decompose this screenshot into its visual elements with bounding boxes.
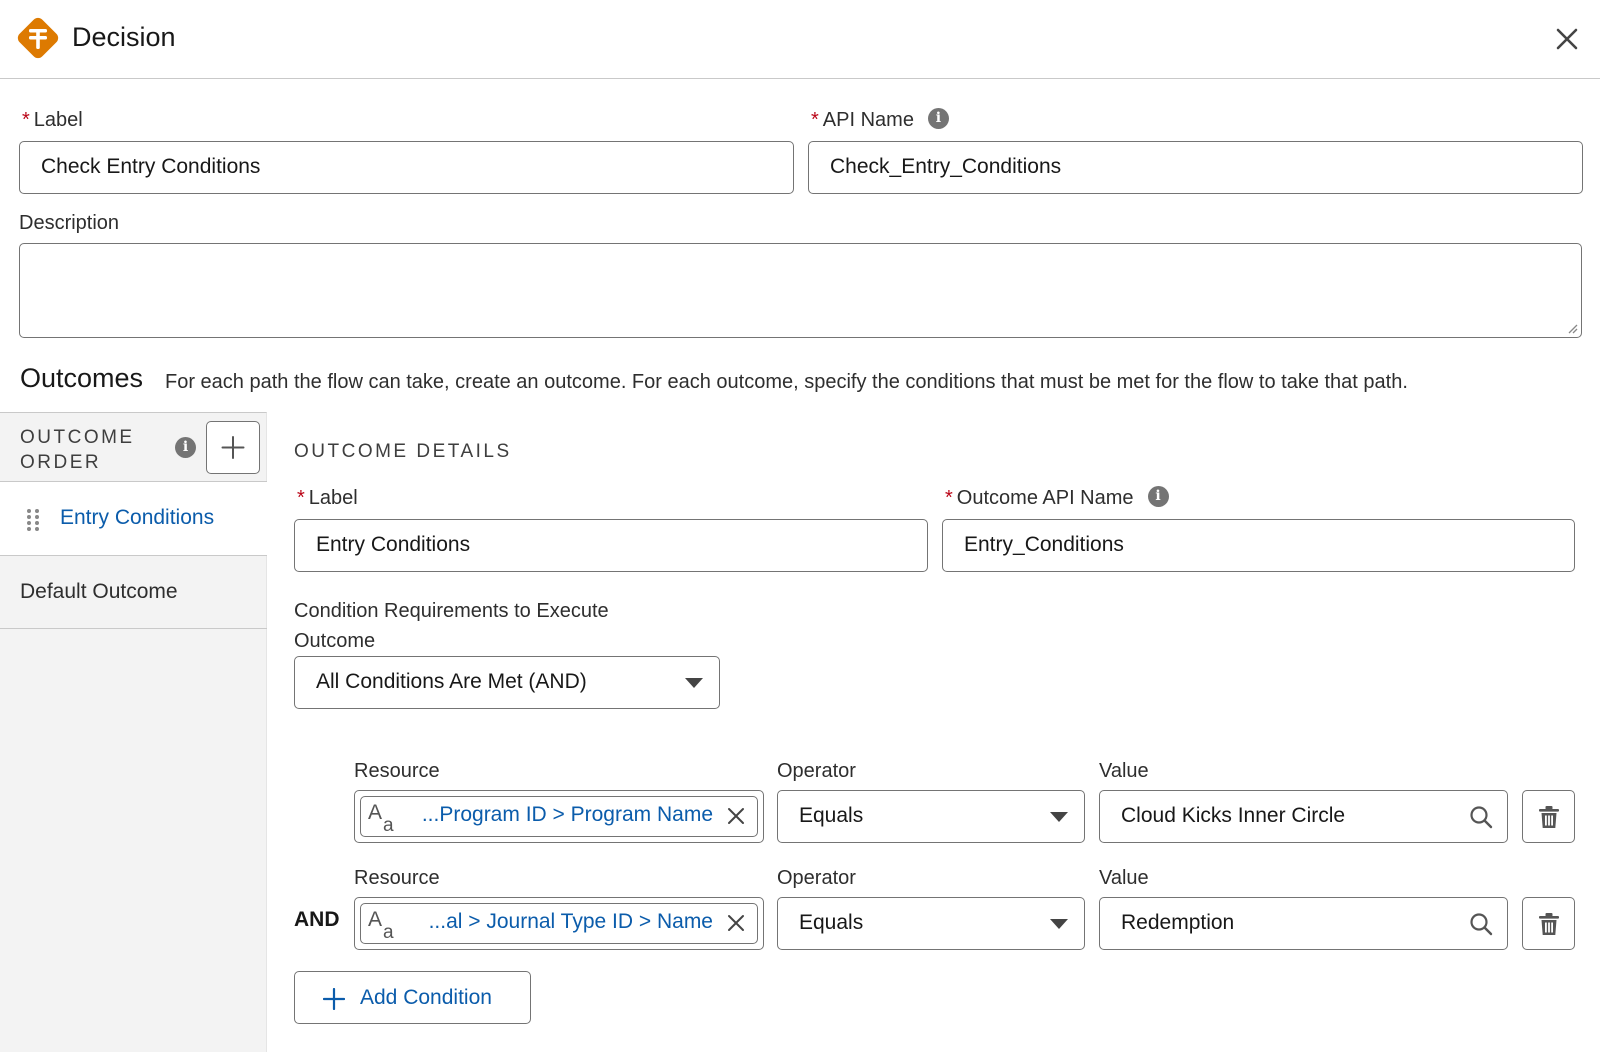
svg-text:A: A (368, 801, 382, 824)
resource-label: Resource (354, 867, 440, 889)
description-label: Description (19, 212, 120, 234)
plus-icon (323, 988, 345, 1010)
resource-pill[interactable]: A a ...Program ID > Program Name (360, 796, 758, 837)
label-field-label: * Label (22, 109, 83, 131)
operator-value: Equals (799, 911, 864, 934)
chevron-down-icon (685, 678, 703, 688)
clear-icon[interactable] (727, 807, 745, 825)
value-label: Value (1099, 760, 1149, 782)
operator-label: Operator (777, 760, 856, 782)
clear-icon[interactable] (727, 914, 745, 932)
search-icon[interactable] (1469, 912, 1493, 936)
close-icon[interactable] (1554, 26, 1580, 52)
info-icon[interactable]: i (927, 108, 949, 130)
condition-requirements-value: All Conditions Are Met (AND) (316, 670, 587, 693)
operator-select[interactable]: Equals (777, 790, 1085, 843)
value-input[interactable]: Redemption (1099, 897, 1508, 950)
outcome-item-entry-conditions[interactable]: Entry Conditions (0, 482, 267, 556)
add-condition-label: Add Condition (360, 986, 492, 1009)
condition-requirements-select[interactable]: All Conditions Are Met (AND) (294, 656, 720, 709)
resource-pill-label: ...al > Journal Type ID > Name (428, 910, 713, 933)
outcome-item-label: Default Outcome (20, 580, 178, 603)
drag-handle-icon[interactable] (26, 508, 40, 532)
outcome-details-title: OUTCOME DETAILS (294, 441, 512, 462)
outcome-item-label: Entry Conditions (60, 506, 215, 529)
resize-grip-icon[interactable] (1566, 322, 1578, 334)
resource-pill-label: ...Program ID > Program Name (421, 803, 713, 826)
label-input[interactable]: Check Entry Conditions (19, 141, 794, 194)
modal-header: Decision (0, 0, 1600, 79)
modal-title: Decision (72, 22, 176, 52)
add-condition-button[interactable]: Add Condition (294, 971, 531, 1024)
svg-text:a: a (383, 922, 394, 940)
condition-requirements-label: Condition Requirements to Execute Outcom… (294, 600, 609, 652)
resource-field[interactable]: A a ...al > Journal Type ID > Name (354, 897, 764, 950)
outcomes-title: Outcomes (20, 363, 144, 393)
value-text: Cloud Kicks Inner Circle (1121, 804, 1346, 827)
value-label: Value (1099, 867, 1149, 889)
chevron-down-icon (1050, 919, 1068, 929)
svg-text:A: A (368, 908, 382, 931)
condition-logic-label: AND (294, 908, 340, 931)
add-outcome-button[interactable] (206, 421, 260, 474)
resource-label: Resource (354, 760, 440, 782)
resource-pill[interactable]: A a ...al > Journal Type ID > Name (360, 903, 758, 944)
trash-icon (1539, 806, 1559, 828)
svg-text:a: a (383, 815, 394, 833)
api-name-field-label: * API Name i (811, 108, 949, 132)
outcome-order-panel: OUTCOME ORDER i Entry Conditions Default… (0, 412, 267, 1052)
outcome-order-heading: OUTCOME ORDER (20, 427, 135, 473)
info-icon[interactable]: i (175, 437, 196, 458)
operator-value: Equals (799, 804, 864, 827)
operator-label: Operator (777, 867, 856, 889)
outcome-label-field-label: * Label (297, 487, 358, 509)
outcome-api-name-field-label: * Outcome API Name i (945, 486, 1169, 510)
delete-condition-button[interactable] (1522, 897, 1575, 950)
outcome-api-name-input[interactable]: Entry_Conditions (942, 519, 1575, 572)
outcomes-description: For each path the flow can take, create … (165, 371, 1408, 393)
trash-icon (1539, 913, 1559, 935)
delete-condition-button[interactable] (1522, 790, 1575, 843)
outcome-item-default[interactable]: Default Outcome (0, 556, 267, 629)
api-name-input[interactable]: Check_Entry_Conditions (808, 141, 1583, 194)
outcome-order-header: OUTCOME ORDER i (0, 413, 267, 482)
chevron-down-icon (1050, 812, 1068, 822)
resource-field[interactable]: A a ...Program ID > Program Name (354, 790, 764, 843)
outcome-label-input[interactable]: Entry Conditions (294, 519, 928, 572)
text-type-icon: A a (368, 801, 394, 833)
text-type-icon: A a (368, 908, 394, 940)
value-text: Redemption (1121, 911, 1235, 934)
decision-icon (17, 17, 59, 59)
value-input[interactable]: Cloud Kicks Inner Circle (1099, 790, 1508, 843)
operator-select[interactable]: Equals (777, 897, 1085, 950)
info-icon[interactable]: i (1147, 486, 1169, 508)
search-icon[interactable] (1469, 805, 1493, 829)
plus-icon (221, 435, 244, 459)
description-textarea[interactable] (19, 243, 1582, 338)
